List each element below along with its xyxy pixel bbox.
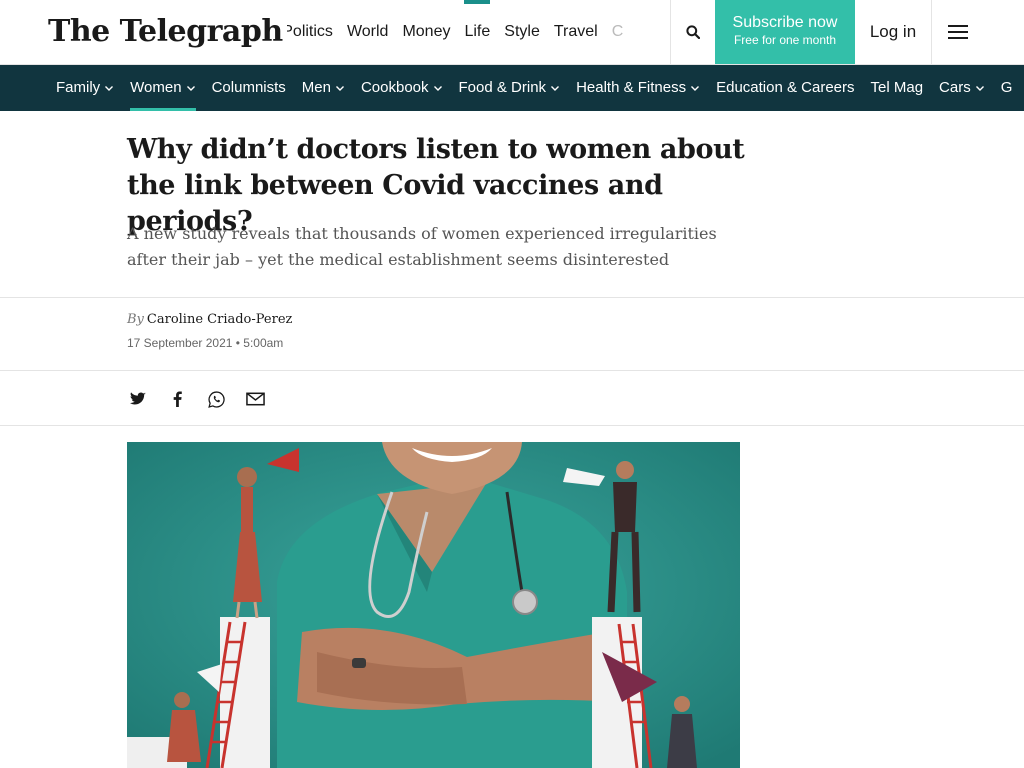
article-hero-image bbox=[127, 442, 740, 768]
section-nav-item-family[interactable]: Family bbox=[56, 65, 114, 111]
section-nav-label: Cookbook bbox=[360, 79, 429, 96]
section-nav-label: Tel Mag bbox=[870, 79, 924, 96]
hamburger-icon bbox=[948, 25, 968, 39]
section-nav-item-cookbook[interactable]: Cookbook bbox=[361, 65, 443, 111]
top-nav-item-culture[interactable]: C bbox=[605, 0, 631, 64]
twitter-share-button[interactable] bbox=[127, 388, 149, 410]
section-nav-label: G bbox=[1000, 79, 1013, 96]
chevron-down-icon bbox=[335, 86, 344, 91]
section-nav-label: Education & Careers bbox=[716, 79, 855, 96]
publish-date: 17 September 2021 • 5:00am bbox=[127, 336, 284, 350]
whatsapp-share-button[interactable] bbox=[205, 388, 227, 410]
divider bbox=[0, 425, 1024, 426]
subscribe-title: Subscribe now bbox=[732, 14, 838, 31]
login-button[interactable]: Log in bbox=[855, 0, 932, 64]
email-icon bbox=[245, 392, 265, 406]
chevron-down-icon bbox=[551, 86, 560, 91]
section-nav-item-men[interactable]: Men bbox=[302, 65, 345, 111]
article-standfirst: A new study reveals that thousands of wo… bbox=[127, 224, 717, 269]
section-nav-item-columnists[interactable]: Columnists bbox=[212, 65, 286, 111]
top-nav-item-world[interactable]: World bbox=[340, 0, 396, 64]
section-nav-label: Family bbox=[56, 79, 101, 96]
top-nav-item-life[interactable]: Life bbox=[457, 0, 497, 64]
search-icon bbox=[686, 25, 700, 39]
section-nav-item-cars[interactable]: Cars bbox=[939, 65, 985, 111]
facebook-icon bbox=[173, 391, 182, 407]
chevron-down-icon bbox=[691, 86, 700, 91]
section-nav-item-women[interactable]: Women bbox=[130, 65, 197, 111]
author-link[interactable]: Caroline Criado-Perez bbox=[147, 312, 292, 327]
subscribe-subtitle: Free for one month bbox=[733, 33, 837, 47]
chevron-down-icon bbox=[186, 86, 195, 91]
masthead: The Telegraph nion Politics World Money … bbox=[0, 0, 1024, 65]
whatsapp-icon bbox=[207, 390, 225, 408]
divider bbox=[0, 370, 1024, 371]
section-nav-item-g[interactable]: G bbox=[1001, 65, 1013, 111]
chevron-down-icon bbox=[975, 86, 984, 91]
byline-prefix: By bbox=[127, 312, 144, 327]
share-bar bbox=[127, 388, 283, 410]
telegraph-logo[interactable]: The Telegraph bbox=[48, 12, 287, 52]
doctor-illustration bbox=[127, 442, 740, 768]
top-nav-item-style[interactable]: Style bbox=[497, 0, 547, 64]
section-nav-label: Women bbox=[130, 79, 182, 96]
top-nav-fade bbox=[630, 0, 670, 64]
section-nav-label: Men bbox=[301, 79, 331, 96]
divider bbox=[0, 297, 1024, 298]
menu-button[interactable] bbox=[932, 0, 984, 64]
top-nav-item-money[interactable]: Money bbox=[395, 0, 457, 64]
section-nav-label: Health & Fitness bbox=[576, 79, 687, 96]
email-share-button[interactable] bbox=[244, 388, 266, 410]
facebook-share-button[interactable] bbox=[166, 388, 188, 410]
section-nav-label: Columnists bbox=[211, 79, 286, 96]
top-nav: nion Politics World Money Life Style Tra… bbox=[238, 0, 668, 64]
section-nav: Family Women Columnists Men Cookbook Food & D… bbox=[0, 65, 1024, 111]
subscribe-button[interactable]: Subscribe now Free for one month bbox=[715, 0, 855, 64]
section-nav-item-health-fitness[interactable]: Health & Fitness bbox=[576, 65, 700, 111]
chevron-down-icon bbox=[433, 86, 442, 91]
search-button[interactable] bbox=[670, 0, 715, 64]
section-nav-item-tel-mag[interactable]: Tel Mag bbox=[871, 65, 924, 111]
top-nav-item-travel[interactable]: Travel bbox=[547, 0, 605, 64]
chevron-down-icon bbox=[105, 86, 114, 91]
section-nav-label: Food & Drink bbox=[458, 79, 547, 96]
twitter-icon bbox=[130, 392, 146, 405]
byline: By Caroline Criado-Perez bbox=[127, 312, 292, 327]
section-nav-item-education-careers[interactable]: Education & Careers bbox=[716, 65, 854, 111]
section-nav-label: Cars bbox=[939, 79, 971, 96]
section-nav-item-food-drink[interactable]: Food & Drink bbox=[459, 65, 561, 111]
